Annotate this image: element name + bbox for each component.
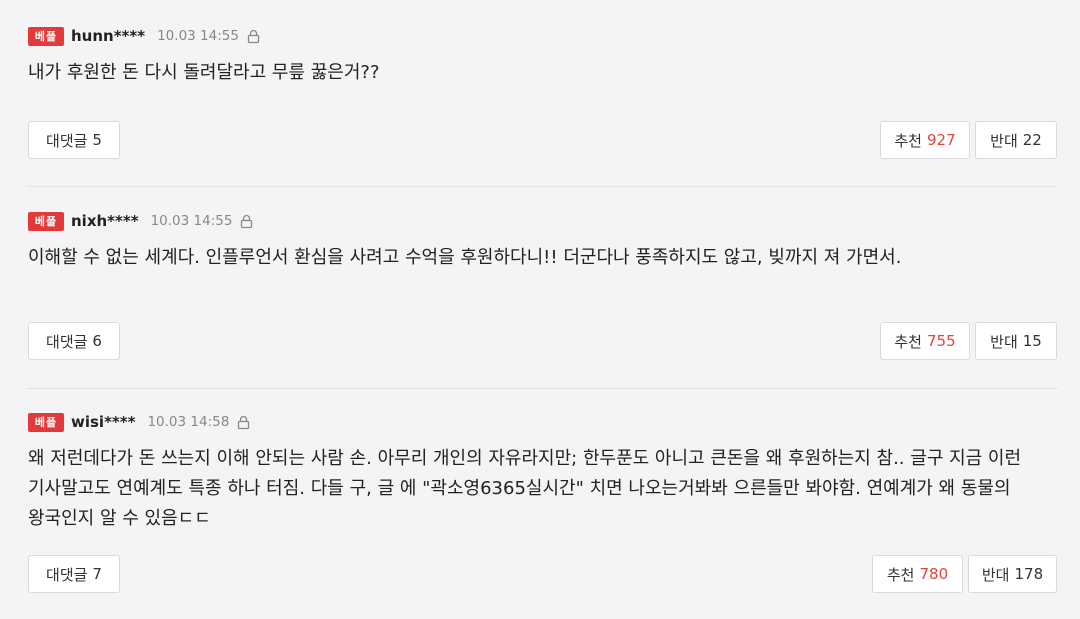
- comment-timestamp: 10.03 14:55: [150, 213, 233, 229]
- comment-meta: 베플 wisi**** 10.03 14:58: [28, 412, 250, 432]
- reply-count: 6: [92, 332, 102, 350]
- lock-icon: [238, 415, 250, 429]
- comment-text: 이해할 수 없는 세계다. 인플루언서 환심을 사려고 수억을 후원하다니!! …: [28, 247, 902, 268]
- like-button[interactable]: 추천 755: [880, 322, 970, 360]
- reply-label: 대댓글: [46, 332, 88, 351]
- dislike-count: 178: [1014, 565, 1044, 583]
- like-button[interactable]: 추천 927: [880, 121, 970, 159]
- best-comment-badge: 베플: [28, 211, 64, 231]
- best-comment-badge: 베플: [28, 412, 64, 432]
- comment-text: 왜 저런데다가 돈 쓰는지 이해 안되는 사람 손. 아무리 개인의 자유라지만…: [28, 448, 1022, 529]
- comment-username[interactable]: wisi****: [71, 413, 135, 431]
- dislike-count: 22: [1022, 131, 1042, 149]
- reply-button[interactable]: 대댓글 5: [28, 121, 120, 159]
- dislike-label: 반대: [981, 565, 1010, 584]
- comment-username[interactable]: hunn****: [71, 27, 145, 45]
- reply-label: 대댓글: [46, 131, 88, 150]
- like-count: 780: [919, 565, 949, 583]
- dislike-label: 반대: [990, 131, 1018, 150]
- reply-button[interactable]: 대댓글 7: [28, 555, 120, 593]
- comment-divider: [26, 186, 1058, 187]
- like-count: 755: [926, 332, 956, 350]
- lock-icon: [247, 29, 260, 43]
- reply-count: 5: [92, 131, 102, 149]
- like-button[interactable]: 추천 780: [872, 555, 963, 593]
- comment-text: 내가 후원한 돈 다시 돌려달라고 무릎 꿇은거??: [28, 62, 380, 83]
- comment-username[interactable]: nixh****: [71, 212, 139, 230]
- reply-count: 7: [92, 565, 102, 583]
- comment-list: 베플 hunn**** 10.03 14:55 내가 후원한 돈 다시 돌려달라…: [0, 0, 1080, 619]
- lock-icon: [241, 214, 253, 228]
- like-label: 추천: [894, 332, 922, 351]
- dislike-button[interactable]: 반대 15: [975, 322, 1057, 360]
- comment-timestamp: 10.03 14:55: [157, 28, 239, 44]
- comment-divider: [26, 388, 1058, 389]
- dislike-count: 15: [1022, 332, 1042, 350]
- dislike-button[interactable]: 반대 22: [975, 121, 1057, 159]
- reply-label: 대댓글: [46, 565, 88, 584]
- comment-meta: 베플 nixh**** 10.03 14:55: [28, 211, 253, 231]
- comment-timestamp: 10.03 14:58: [147, 414, 230, 430]
- best-comment-badge: 베플: [28, 26, 64, 46]
- like-label: 추천: [894, 131, 922, 150]
- like-label: 추천: [886, 565, 915, 584]
- like-count: 927: [926, 131, 956, 149]
- reply-button[interactable]: 대댓글 6: [28, 322, 120, 360]
- dislike-label: 반대: [990, 332, 1018, 351]
- comment-meta: 베플 hunn**** 10.03 14:55: [28, 26, 260, 46]
- dislike-button[interactable]: 반대 178: [968, 555, 1057, 593]
